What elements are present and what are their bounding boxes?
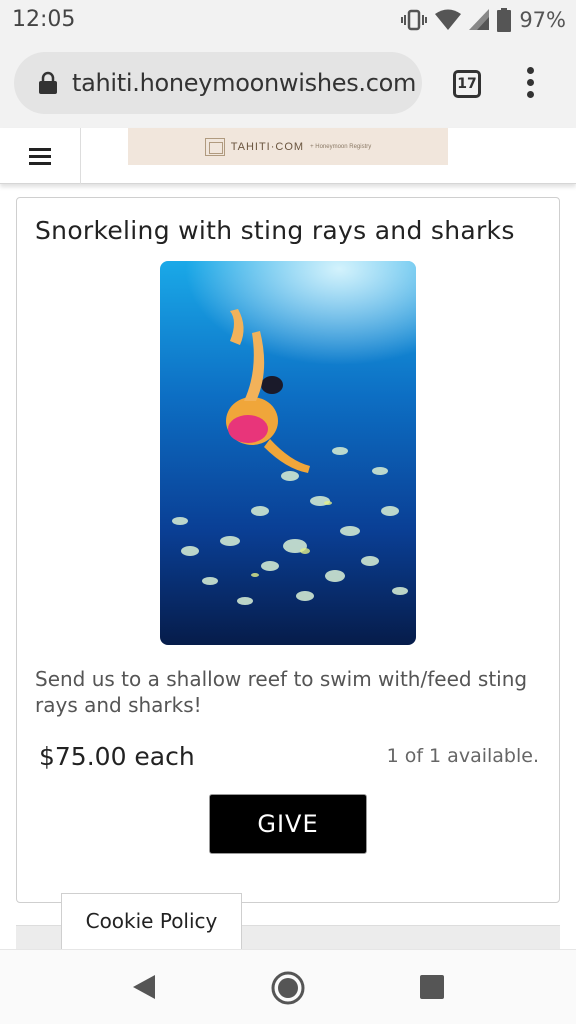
status-time: 12:05 — [12, 7, 76, 32]
home-icon[interactable] — [270, 970, 306, 1006]
lock-icon — [39, 71, 57, 94]
battery-icon — [497, 8, 512, 32]
gift-title: Snorkeling with sting rays and sharks — [35, 216, 515, 245]
status-bar: 12:05 97% — [0, 0, 576, 40]
tab-switcher-button[interactable]: 17 — [453, 70, 481, 98]
system-navigation-bar — [0, 949, 576, 1024]
status-icons: 97% — [401, 6, 566, 34]
logo-mark-icon — [204, 137, 225, 156]
site-logo-banner[interactable]: TAHITI·COM + Honeymoon Registry — [128, 128, 448, 165]
url-text[interactable]: tahiti.honeymoonwishes.com — [72, 69, 416, 97]
vibrate-icon — [401, 9, 428, 31]
back-icon[interactable] — [131, 973, 157, 1001]
wifi-icon — [435, 9, 462, 30]
recent-apps-icon[interactable] — [420, 975, 444, 999]
gift-description: Send us to a shallow reef to swim with/f… — [35, 667, 528, 717]
banner-brand: TAHITI·COM — [230, 140, 305, 153]
browser-toolbar: tahiti.honeymoonwishes.com 17 — [0, 40, 576, 128]
gift-availability: 1 of 1 available. — [386, 745, 539, 767]
battery-percentage: 97% — [519, 8, 566, 32]
overflow-menu-icon[interactable] — [518, 64, 542, 104]
cookie-policy-button[interactable]: Cookie Policy — [61, 893, 242, 949]
hamburger-menu-icon[interactable] — [0, 128, 81, 184]
give-button[interactable]: GIVE — [209, 794, 367, 854]
banner-subtitle: + Honeymoon Registry — [310, 143, 372, 150]
gift-photo — [160, 261, 416, 645]
address-bar[interactable]: tahiti.honeymoonwishes.com — [14, 52, 422, 114]
site-header: TAHITI·COM + Honeymoon Registry — [0, 128, 576, 184]
gift-card: Snorkeling with sting rays and sharks Se… — [16, 197, 560, 903]
gift-price: $75.00 each — [39, 742, 195, 771]
signal-icon — [469, 9, 490, 30]
